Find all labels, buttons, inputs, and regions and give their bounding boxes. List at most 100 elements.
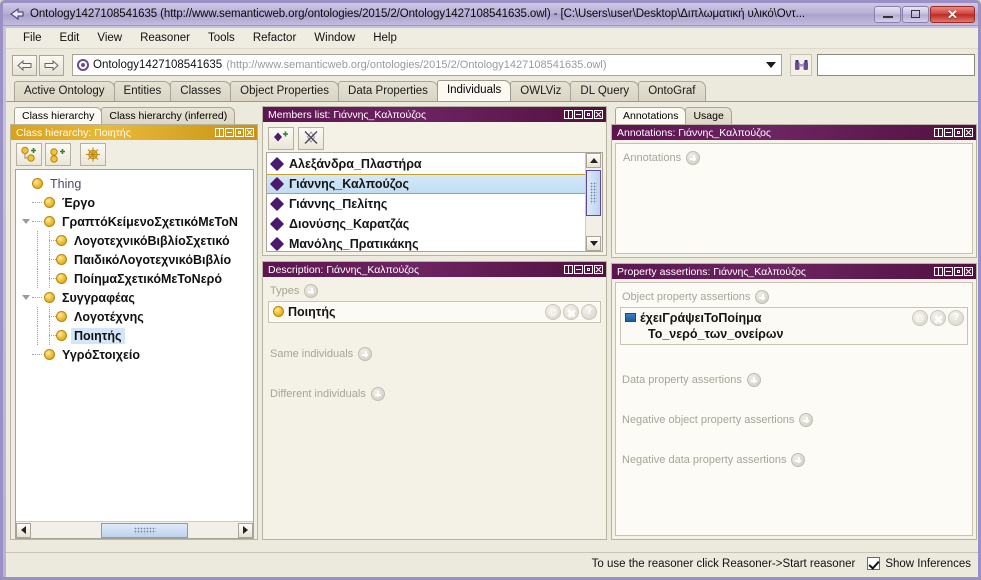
remove-value-button[interactable] (930, 310, 946, 326)
menu-tools[interactable]: Tools (199, 30, 244, 46)
tree-item-poiima-sxetiko[interactable]: ΠοίημαΣχετικόΜεΤοΝερό (16, 269, 253, 288)
tree-item-paidiko-logotexniko[interactable]: ΠαιδικόΛογοτεχνικόΒιβλίο (16, 250, 253, 269)
panel-maximize-icon[interactable] (584, 265, 593, 274)
tree-item-syggrafeas[interactable]: Συγγραφέας (16, 288, 253, 307)
class-tree-horizontal-scrollbar[interactable] (16, 521, 253, 538)
add-different-individual-button[interactable] (370, 387, 385, 401)
panel-maximize-icon[interactable] (954, 267, 963, 276)
panel-split-icon[interactable] (934, 267, 943, 276)
chevron-down-icon[interactable] (763, 55, 779, 75)
panel-close-icon[interactable] (594, 265, 603, 274)
subtab-usage[interactable]: Usage (685, 107, 732, 124)
list-item[interactable]: Διονύσης_Καρατζάς (267, 214, 585, 234)
active-ontology-combo[interactable]: Ontology1427108541635 (http://www.semant… (72, 54, 782, 76)
tree-item-ergo[interactable]: Έργο (16, 193, 253, 212)
expander-icon[interactable] (20, 212, 32, 231)
search-input[interactable] (817, 54, 975, 76)
type-value-row[interactable]: Ποιητής (268, 301, 601, 323)
menu-refactor[interactable]: Refactor (244, 30, 305, 46)
add-sibling-class-button[interactable] (45, 142, 71, 166)
add-data-property-assertion-button[interactable] (746, 373, 761, 387)
members-list-vertical-scrollbar[interactable] (585, 153, 602, 251)
panel-minimize-icon[interactable] (574, 110, 583, 119)
subtab-class-hierarchy[interactable]: Class hierarchy (14, 107, 103, 124)
add-same-individual-button[interactable] (358, 347, 373, 361)
subtab-class-hierarchy-inferred[interactable]: Class hierarchy (inferred) (101, 107, 236, 124)
panel-maximize-icon[interactable] (954, 128, 963, 137)
binoculars-icon[interactable] (790, 54, 812, 76)
panel-close-icon[interactable] (964, 128, 973, 137)
scroll-track[interactable] (31, 522, 238, 538)
menu-file[interactable]: File (14, 30, 51, 46)
edit-annotation-button[interactable] (545, 304, 561, 320)
add-type-button[interactable] (304, 284, 319, 298)
tab-data-properties[interactable]: Data Properties (338, 81, 438, 101)
tab-entities[interactable]: Entities (113, 81, 172, 101)
minimize-button[interactable] (874, 5, 901, 23)
panel-close-icon[interactable] (245, 128, 254, 137)
scroll-left-button[interactable] (16, 522, 31, 538)
show-inferences-checkbox-wrapper[interactable]: Show Inferences (867, 557, 971, 570)
edit-annotation-button[interactable] (912, 310, 928, 326)
list-item[interactable]: Γιάννης_Καλπούζος (267, 174, 585, 194)
remove-value-button[interactable] (563, 304, 579, 320)
tree-item-logotexniko-vivlio[interactable]: ΛογοτεχνικόΒιβλίοΣχετικό (16, 231, 253, 250)
maximize-button[interactable] (902, 5, 929, 23)
scroll-track[interactable] (586, 168, 602, 236)
tree-item-logotexnis[interactable]: Λογοτέχνης (16, 307, 253, 326)
delete-class-button[interactable] (80, 142, 106, 166)
scroll-thumb[interactable] (586, 170, 601, 216)
delete-individual-button[interactable] (298, 126, 324, 150)
add-annotation-button[interactable] (686, 151, 701, 165)
panel-split-icon[interactable] (564, 265, 573, 274)
panel-close-icon[interactable] (594, 110, 603, 119)
add-negative-object-property-assertion-button[interactable] (799, 413, 814, 427)
tree-item-grapto-keimeno[interactable]: ΓραπτόΚείμενοΣχετικόΜεΤοΝ (16, 212, 253, 231)
tab-dl-query[interactable]: DL Query (570, 81, 640, 101)
tab-classes[interactable]: Classes (170, 81, 232, 101)
add-object-property-assertion-button[interactable] (755, 290, 770, 304)
tab-ontograf[interactable]: OntoGraf (638, 81, 706, 101)
panel-minimize-icon[interactable] (225, 128, 234, 137)
object-property-assertion-row[interactable]: έχειΓράψειΤοΠοίημα Το_νερό_των_ονείρων (620, 307, 968, 345)
tab-object-properties[interactable]: Object Properties (230, 81, 340, 101)
panel-minimize-icon[interactable] (944, 267, 953, 276)
tree-item-poiitis[interactable]: Ποιητής (16, 326, 253, 345)
scroll-right-button[interactable] (238, 522, 253, 538)
menu-reasoner[interactable]: Reasoner (131, 30, 199, 46)
tab-individuals[interactable]: Individuals (436, 80, 512, 101)
list-item[interactable]: Μανόλης_Πρατικάκης (267, 234, 585, 251)
menu-edit[interactable]: Edit (51, 30, 89, 46)
panel-close-icon[interactable] (964, 267, 973, 276)
panel-split-icon[interactable] (215, 128, 224, 137)
expander-icon[interactable] (20, 288, 32, 307)
add-negative-data-property-assertion-button[interactable] (791, 453, 806, 467)
panel-split-icon[interactable] (564, 110, 573, 119)
close-button[interactable]: ✕ (930, 5, 975, 23)
panel-maximize-icon[interactable] (584, 110, 593, 119)
tree-item-ygro-stoixeio[interactable]: ΥγρόΣτοιχείο (16, 345, 253, 364)
tab-active-ontology[interactable]: Active Ontology (14, 81, 115, 101)
add-individual-button[interactable] (268, 126, 294, 150)
tab-owlviz[interactable]: OWLViz (510, 81, 572, 101)
subtab-annotations[interactable]: Annotations (615, 107, 687, 124)
forward-button[interactable] (39, 54, 64, 76)
menu-help[interactable]: Help (364, 30, 406, 46)
back-button[interactable] (12, 54, 37, 76)
panel-split-icon[interactable] (934, 128, 943, 137)
panel-minimize-icon[interactable] (574, 265, 583, 274)
add-subclass-button[interactable] (16, 142, 42, 166)
list-item[interactable]: Γιάννης_Πελίτης (267, 194, 585, 214)
panel-maximize-icon[interactable] (235, 128, 244, 137)
scroll-down-button[interactable] (586, 236, 601, 251)
menu-view[interactable]: View (88, 30, 131, 46)
menu-window[interactable]: Window (305, 30, 364, 46)
expander-icon[interactable] (20, 174, 32, 193)
scroll-thumb[interactable] (101, 522, 189, 538)
explain-value-button[interactable] (581, 304, 597, 320)
list-item[interactable]: Αλεξάνδρα_Πλαστήρα (267, 154, 585, 174)
tree-item-thing[interactable]: Thing (16, 174, 253, 193)
panel-minimize-icon[interactable] (944, 128, 953, 137)
show-inferences-checkbox[interactable] (867, 557, 881, 570)
scroll-up-button[interactable] (586, 153, 601, 168)
